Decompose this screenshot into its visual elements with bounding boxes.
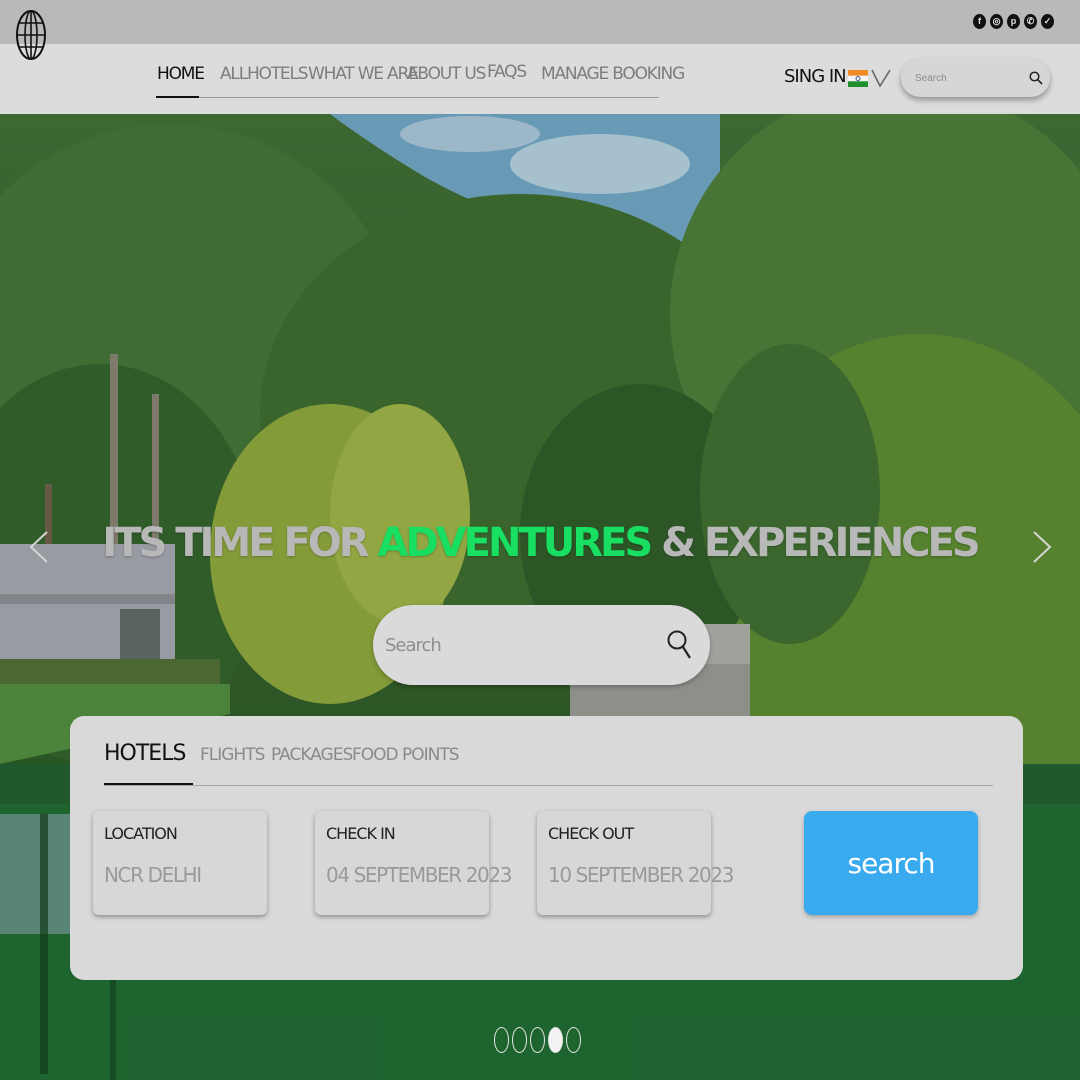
nav-home[interactable]: HOME bbox=[157, 64, 205, 84]
tab-divider bbox=[104, 785, 993, 786]
hero-headline: ITS TIME FOR ADVENTURES & EXPERIENCES bbox=[0, 520, 1080, 566]
carousel-prev-arrow-icon[interactable] bbox=[28, 530, 50, 564]
location-label: LOCATION bbox=[104, 824, 178, 843]
search-button[interactable]: search bbox=[804, 811, 978, 915]
nav-allhotels[interactable]: ALLHOTELS bbox=[220, 64, 309, 84]
check-in-value: 04 SEPTEMBER 2023 bbox=[326, 863, 512, 887]
check-in-field[interactable]: CHECK IN 04 SEPTEMBER 2023 bbox=[315, 811, 512, 915]
facebook-icon[interactable]: f bbox=[973, 14, 986, 29]
check-in-label: CHECK IN bbox=[326, 824, 396, 843]
tab-food-points[interactable]: FOOD POINTS bbox=[352, 745, 460, 765]
carousel-dot-5[interactable] bbox=[566, 1027, 581, 1053]
search-icon[interactable] bbox=[1029, 71, 1043, 85]
carousel-dot-3[interactable] bbox=[530, 1027, 545, 1053]
nav-manage-booking[interactable]: MANAGE BOOKING bbox=[541, 64, 685, 84]
carousel-dot-2[interactable] bbox=[512, 1027, 527, 1053]
instagram-icon[interactable]: ◎ bbox=[990, 14, 1003, 29]
sign-in-link[interactable]: SING IN bbox=[784, 66, 847, 87]
check-out-field[interactable]: CHECK OUT 10 SEPTEMBER 2023 bbox=[537, 811, 734, 915]
carousel-dot-1[interactable] bbox=[494, 1027, 509, 1053]
hero-search-box bbox=[373, 605, 710, 685]
location-value: NCR DELHI bbox=[104, 863, 202, 887]
headline-text-end: & EXPERIENCES bbox=[650, 520, 981, 566]
india-flag-icon[interactable] bbox=[848, 70, 868, 87]
nav-active-indicator bbox=[156, 96, 199, 98]
nav-divider bbox=[156, 97, 659, 98]
carousel-dot-4[interactable] bbox=[548, 1027, 563, 1053]
headline-accent: ADVENTURES bbox=[377, 520, 654, 566]
header-search-input[interactable] bbox=[915, 69, 1025, 87]
whatsapp-icon[interactable]: ✆ bbox=[1024, 14, 1037, 29]
headline-text-start: ITS TIME FOR bbox=[102, 520, 378, 566]
pinterest-icon[interactable]: p bbox=[1007, 14, 1020, 29]
nav-what-we-are[interactable]: WHAT WE ARE bbox=[308, 64, 419, 84]
search-icon[interactable] bbox=[666, 627, 692, 663]
check-out-label: CHECK OUT bbox=[548, 824, 634, 843]
hero-search-input[interactable] bbox=[385, 631, 645, 659]
carousel-dots bbox=[494, 1027, 581, 1053]
tab-packages[interactable]: PACKAGES bbox=[271, 745, 353, 765]
globe-icon[interactable] bbox=[15, 9, 47, 61]
tab-active-indicator bbox=[104, 783, 193, 785]
tab-flights[interactable]: FLIGHTS bbox=[200, 745, 265, 765]
nav-faqs[interactable]: FAQS bbox=[487, 62, 527, 82]
social-bar: f ◎ p ✆ ✓ bbox=[0, 0, 1080, 44]
social-links: f ◎ p ✆ ✓ bbox=[973, 14, 1054, 29]
carousel-next-arrow-icon[interactable] bbox=[1031, 530, 1053, 564]
nav-about-us[interactable]: ABOUT US bbox=[407, 64, 486, 84]
location-field[interactable]: LOCATION NCR DELHI bbox=[93, 811, 267, 915]
chevron-down-icon[interactable] bbox=[871, 67, 891, 89]
tab-hotels[interactable]: HOTELS bbox=[104, 741, 186, 766]
twitter-icon[interactable]: ✓ bbox=[1041, 14, 1054, 29]
check-out-value: 10 SEPTEMBER 2023 bbox=[548, 863, 734, 887]
header-search-box bbox=[901, 59, 1050, 97]
